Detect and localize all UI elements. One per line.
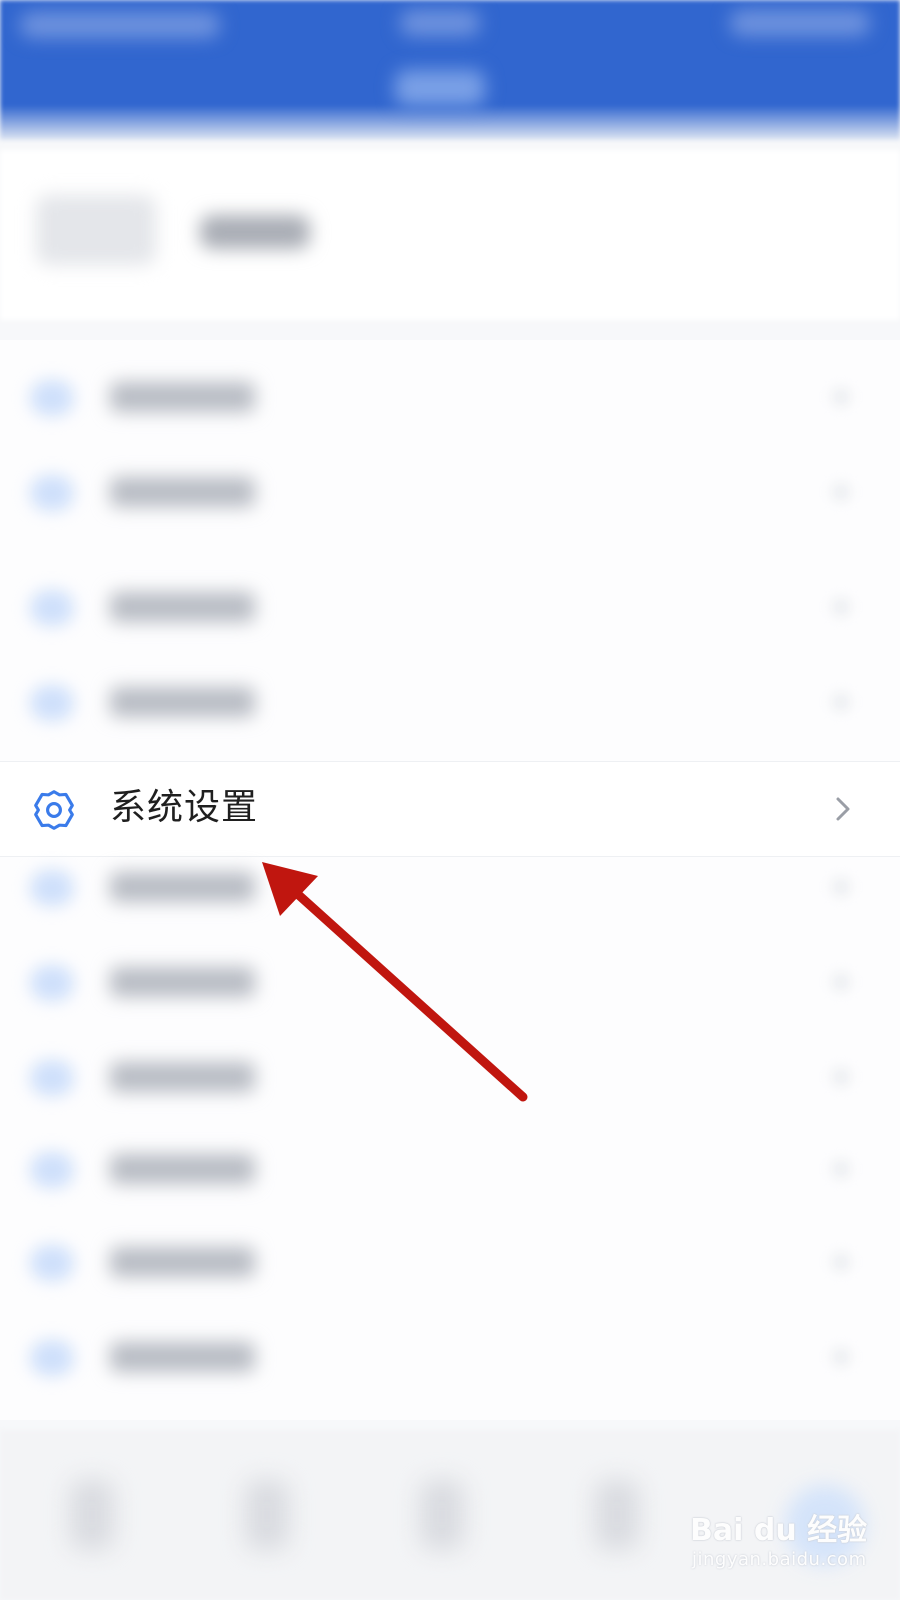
list-item-chevron-blurred <box>832 1348 850 1366</box>
list-item-blurred <box>0 1030 900 1126</box>
list-item-icon-blurred <box>30 1245 74 1281</box>
list-item-chevron-blurred <box>832 598 850 616</box>
watermark-main-text: Bai du 经验 <box>690 1513 868 1548</box>
header-blur-title <box>395 70 485 106</box>
list-item-text-blurred <box>110 477 255 507</box>
list-item-chevron-blurred <box>832 973 850 991</box>
list-item-icon-blurred <box>30 1152 74 1188</box>
list-item-blurred <box>0 445 900 541</box>
list-item-text-blurred <box>110 1342 255 1372</box>
list-item-text-blurred <box>110 687 255 717</box>
list-item-text-blurred <box>110 382 255 412</box>
list-item-icon-blurred <box>30 590 74 626</box>
list-item-text-blurred <box>110 592 255 622</box>
list-item-blurred <box>0 840 900 936</box>
list-item-blurred <box>0 350 900 446</box>
tab-blurred <box>70 1480 114 1550</box>
list-item-text-blurred <box>110 1062 255 1092</box>
list-item-text-blurred <box>110 872 255 902</box>
tab-blurred <box>245 1480 289 1550</box>
list-item-chevron-blurred <box>832 1068 850 1086</box>
list-item-icon-blurred <box>30 1060 74 1096</box>
list-item-chevron-blurred <box>832 388 850 406</box>
list-item-chevron-blurred <box>832 1253 850 1271</box>
tab-blurred <box>420 1480 464 1550</box>
list-item-chevron-blurred <box>832 1160 850 1178</box>
header-blur-left <box>20 12 220 38</box>
list-item-text-blurred <box>110 1154 255 1184</box>
list-item-text-blurred <box>110 967 255 997</box>
header-blur-center <box>400 10 480 36</box>
list-item-blurred <box>0 1122 900 1218</box>
baidu-jingyan-watermark: Bai du 经验 jingyan.baidu.com <box>690 1485 890 1585</box>
system-settings-label: 系统设置 <box>110 787 259 828</box>
list-item-blurred <box>0 1215 900 1311</box>
list-item-icon-blurred <box>30 965 74 1001</box>
list-item-chevron-blurred <box>832 693 850 711</box>
profile-avatar-blurred <box>36 195 156 265</box>
settings-screen: 系统设置 Bai du 经验 jingyan.baidu.com <box>0 0 900 1600</box>
chevron-right-icon <box>836 797 850 821</box>
tab-blurred <box>595 1480 639 1550</box>
list-item-chevron-blurred <box>832 878 850 896</box>
list-item-icon-blurred <box>30 380 74 416</box>
profile-name-blurred <box>200 215 310 249</box>
list-item-blurred <box>0 655 900 751</box>
header-blur-right <box>730 10 870 36</box>
list-item-icon-blurred <box>30 870 74 906</box>
list-item-chevron-blurred <box>832 483 850 501</box>
list-item-icon-blurred <box>30 475 74 511</box>
list-item-icon-blurred <box>30 685 74 721</box>
list-item-blurred <box>0 1310 900 1406</box>
list-item-blurred <box>0 560 900 656</box>
watermark-url: jingyan.baidu.com <box>692 1549 867 1570</box>
list-item-text-blurred <box>110 1247 255 1277</box>
list-item-icon-blurred <box>30 1340 74 1376</box>
list-item-blurred <box>0 935 900 1031</box>
gear-icon <box>34 790 74 830</box>
